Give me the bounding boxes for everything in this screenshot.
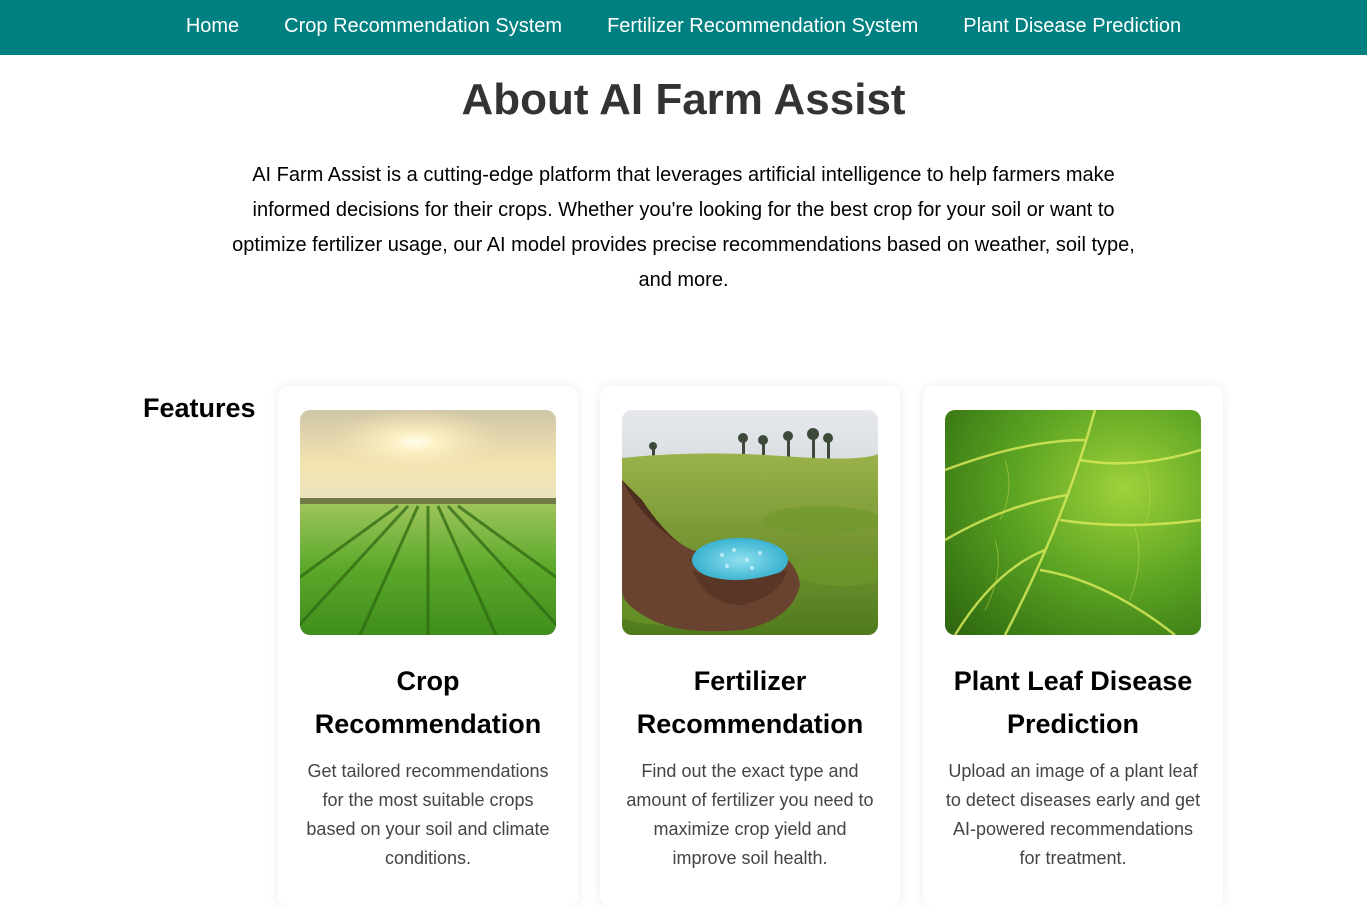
feature-card-crop: Crop Recommendation Get tailored recomme… [278, 386, 578, 906]
card-title-crop: Crop Recommendation [314, 666, 542, 739]
sunrise-crop-field-image [300, 410, 556, 635]
nav-plant-disease-link[interactable]: Plant Disease Prediction [963, 0, 1181, 54]
feature-card-leaf-disease: Plant Leaf Disease Prediction Upload an … [923, 386, 1223, 906]
features-heading: Features [143, 393, 256, 423]
top-navbar: Home Crop Recommendation System Fertiliz… [0, 0, 1367, 55]
about-description: AI Farm Assist is a cutting-edge platfor… [232, 164, 1135, 291]
card-description-fertilizer: Find out the exact type and amount of fe… [626, 761, 874, 868]
nav-home-link[interactable]: Home [186, 0, 239, 54]
card-title-leaf-disease: Plant Leaf Disease Prediction [953, 666, 1193, 739]
card-title-fertilizer: Fertilizer Recommendation [636, 666, 864, 739]
hands-holding-fertilizer-image [622, 410, 878, 635]
card-description-leaf-disease: Upload an image of a plant leaf to detec… [945, 761, 1201, 868]
nav-fertilizer-recommendation-link[interactable]: Fertilizer Recommendation System [607, 0, 918, 54]
card-description-crop: Get tailored recommendations for the mos… [306, 761, 550, 868]
green-leaf-closeup-image [945, 410, 1201, 635]
feature-card-fertilizer: Fertilizer Recommendation Find out the e… [600, 386, 900, 906]
nav-crop-recommendation-link[interactable]: Crop Recommendation System [284, 0, 562, 54]
page-title: About AI Farm Assist [461, 75, 906, 124]
